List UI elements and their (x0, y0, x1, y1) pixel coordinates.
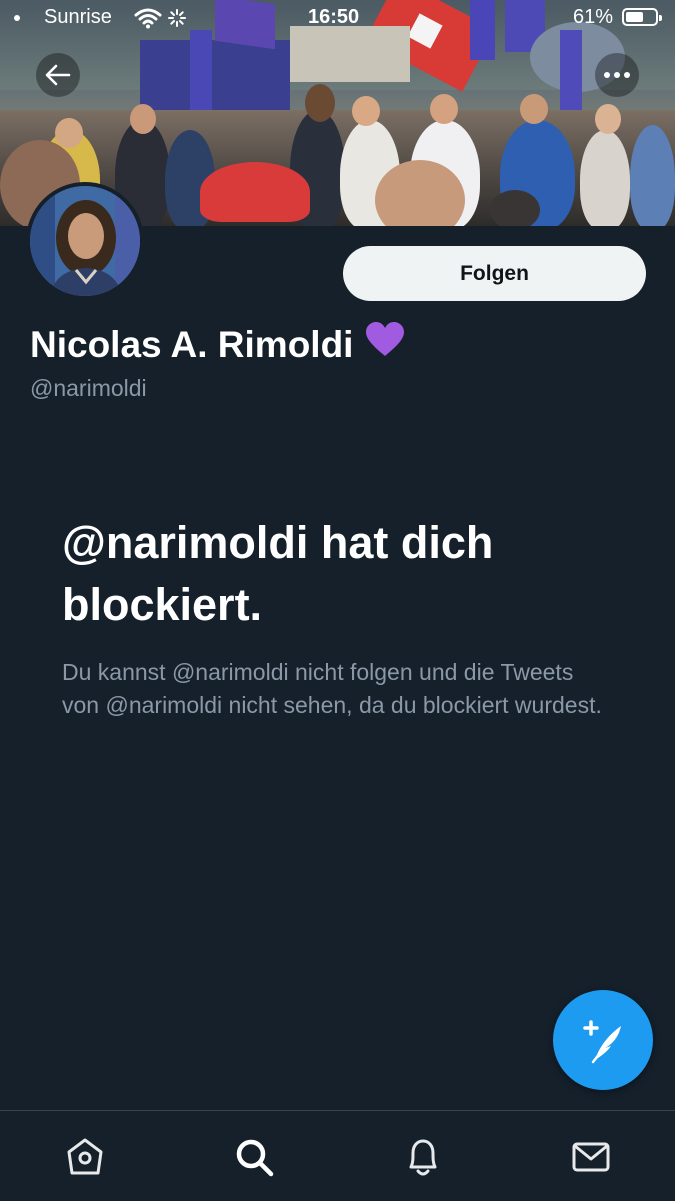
signal-icon (14, 14, 20, 21)
bottom-navigation (0, 1110, 675, 1201)
search-icon (236, 1139, 274, 1177)
banner-flag (140, 40, 290, 110)
banner-flag (190, 30, 212, 110)
banner-person (580, 130, 630, 226)
banner-red-cap (200, 162, 310, 222)
profile-avatar[interactable] (26, 182, 144, 300)
banner-person-head (352, 96, 380, 126)
compose-tweet-button[interactable] (553, 990, 653, 1090)
avatar-image (30, 186, 140, 296)
more-options-button[interactable] (595, 53, 639, 97)
banner-person-head (55, 118, 83, 148)
arrow-left-icon (45, 64, 71, 86)
purple-heart-icon (365, 322, 405, 367)
banner-person-head (595, 104, 621, 134)
status-time: 16:50 (308, 6, 360, 28)
blocked-heading: @narimoldi hat dich blockiert. (62, 517, 494, 630)
status-bar: Sunrise 16:50 61% (0, 0, 675, 38)
follow-button[interactable]: Folgen (343, 246, 646, 301)
profile-display-name: Nicolas A. Rimoldi (30, 322, 405, 367)
nav-search[interactable] (230, 1133, 278, 1181)
messages-envelope-icon (572, 1142, 610, 1172)
banner-person-head (430, 94, 458, 124)
carrier-name: Sunrise (14, 6, 112, 29)
nav-notifications[interactable] (399, 1133, 447, 1181)
battery-icon (622, 8, 662, 26)
battery-percent: 61% (573, 6, 614, 28)
banner-person-head (305, 84, 335, 122)
banner-foreground-person (490, 190, 540, 226)
battery-nub (659, 15, 662, 21)
nav-messages[interactable] (567, 1133, 615, 1181)
more-horizontal-icon (604, 72, 630, 78)
back-button[interactable] (36, 53, 80, 97)
home-icon (67, 1138, 103, 1175)
battery-fill (626, 12, 643, 22)
display-name-text: Nicolas A. Rimoldi (30, 323, 354, 365)
blocked-description: Du kannst @narimoldi nicht folgen und di… (62, 659, 602, 718)
banner-person-head (130, 104, 156, 134)
notifications-bell-icon (409, 1139, 437, 1176)
banner-person (630, 125, 675, 226)
banner-person-head (520, 94, 548, 124)
profile-handle: @narimoldi (30, 375, 147, 401)
wifi-icon (134, 7, 162, 34)
loading-spinner-icon (168, 9, 186, 32)
carrier-label: Sunrise (44, 6, 112, 28)
compose-tweet-icon (583, 1020, 621, 1064)
nav-home[interactable] (61, 1133, 109, 1181)
